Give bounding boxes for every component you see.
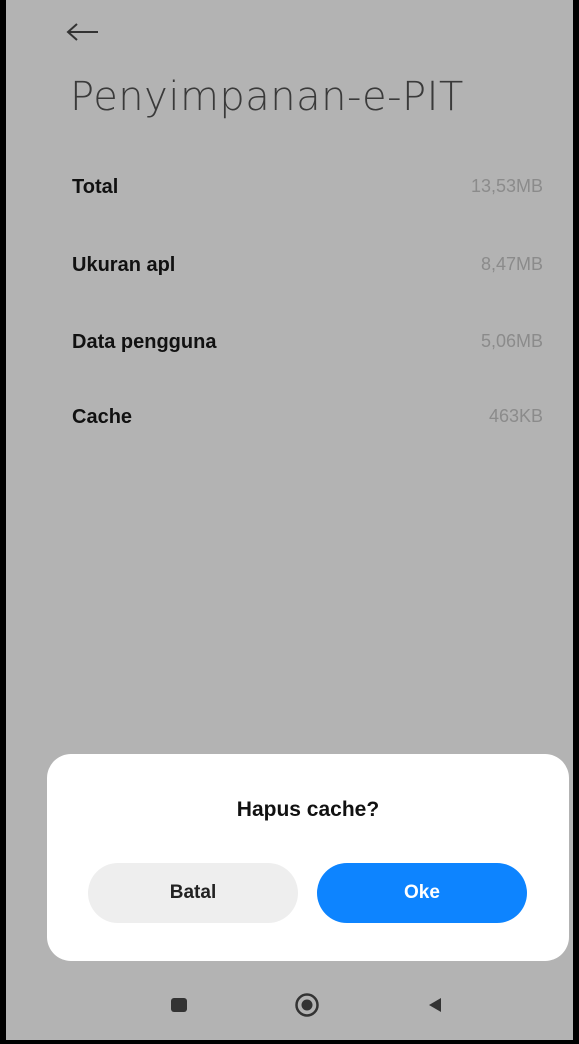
storage-label: Total xyxy=(72,176,119,198)
storage-value: 13,53MB xyxy=(470,176,543,196)
storage-row-total: Total 13,53MB xyxy=(6,176,573,216)
storage-row-cache: Cache 463KB xyxy=(6,406,573,446)
home-icon[interactable] xyxy=(292,990,322,1020)
storage-label: Data pengguna xyxy=(72,331,217,353)
clear-cache-dialog: Hapus cache? Batal Oke xyxy=(47,754,569,961)
dialog-title: Hapus cache? xyxy=(236,798,380,821)
navigation-bar xyxy=(6,980,573,1030)
storage-label: Ukuran apl xyxy=(72,254,176,276)
page-title: Penyimpanan-e-PIT xyxy=(70,74,464,120)
storage-value: 463KB xyxy=(488,406,543,426)
cancel-button[interactable]: Batal xyxy=(88,863,298,923)
arrow-left-icon[interactable] xyxy=(66,12,106,52)
ok-button[interactable]: Oke xyxy=(317,863,527,923)
back-icon[interactable] xyxy=(420,990,450,1020)
storage-value: 8,47MB xyxy=(480,254,543,274)
storage-label: Cache xyxy=(72,406,133,428)
storage-row-user-data: Data pengguna 5,06MB xyxy=(6,331,573,371)
storage-row-app-size: Ukuran apl 8,47MB xyxy=(6,254,573,294)
storage-value: 5,06MB xyxy=(480,331,543,351)
screen: Penyimpanan-e-PIT Total 13,53MB Ukuran a… xyxy=(6,0,573,1040)
recent-apps-icon[interactable] xyxy=(164,990,194,1020)
